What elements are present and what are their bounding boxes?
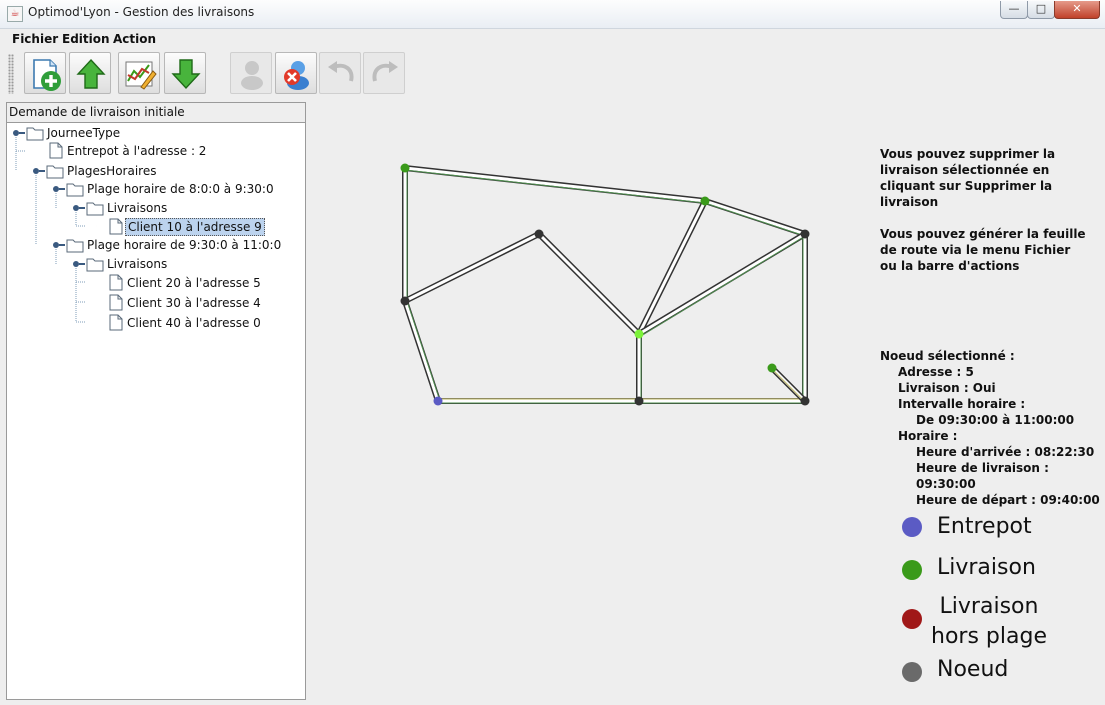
legend-noeud-label: Noeud: [937, 657, 1009, 682]
folder-icon: [46, 165, 64, 179]
map-node-noeud[interactable]: [800, 229, 810, 239]
map-edge: [802, 234, 808, 401]
info-panel: Vous pouvez supprimer la livraison sélec…: [880, 146, 1100, 508]
tree-node-client-30[interactable]: Client 30 à l'adresse 4: [125, 294, 263, 312]
upload-icon: [76, 58, 106, 89]
java-app-icon: ☕: [7, 6, 23, 22]
window-title: Optimod'Lyon - Gestion des livraisons: [28, 5, 255, 19]
menu-bar: Fichier Edition Action: [6, 29, 1099, 49]
map-edge: [402, 300, 441, 402]
minimize-button[interactable]: —: [1000, 1, 1028, 19]
selected-node-depart: Heure de départ : 09:40:00: [916, 493, 1100, 507]
tree-node-client-40[interactable]: Client 40 à l'adresse 0: [125, 314, 263, 332]
legend-livraison-label: Livraison: [937, 555, 1036, 580]
selected-node-intervalle: De 09:30:00 à 11:00:00: [916, 413, 1075, 427]
folder-icon: [26, 127, 44, 141]
delete-delivery-icon: [284, 61, 309, 90]
folder-icon: [86, 202, 104, 216]
selected-node-arrivee: Heure d'arrivée : 08:22:30: [916, 445, 1095, 459]
redo-button[interactable]: [363, 52, 405, 94]
route-map: [400, 163, 810, 406]
new-icon: [33, 59, 61, 91]
selected-node-title: Noeud sélectionné :: [880, 349, 1015, 363]
legend-entrepot-label: Entrepot: [937, 514, 1032, 539]
map-node-noeud[interactable]: [534, 229, 544, 239]
file-icon: [109, 218, 123, 235]
selected-node-horaire-label: Horaire :: [898, 429, 958, 443]
undo-icon: [328, 61, 354, 82]
toolbar: [6, 50, 1099, 98]
tree-node-client-20[interactable]: Client 20 à l'adresse 5: [125, 274, 263, 292]
add-delivery-icon: [241, 61, 263, 90]
map-node-noeud[interactable]: [400, 296, 410, 306]
map-edge: [402, 168, 408, 301]
selected-node-livraison: Livraison : Oui: [898, 381, 996, 395]
map-edge: [438, 398, 805, 404]
legend-entrepot-dot: [902, 517, 922, 537]
route-edit-icon: [125, 61, 157, 90]
info-message-route: Vous pouvez générer la feuille de route …: [880, 227, 1086, 273]
selected-node-intervalle-label: Intervalle horaire :: [898, 397, 1026, 411]
menu-edition[interactable]: Edition: [62, 32, 110, 46]
map-node-noeud[interactable]: [800, 396, 810, 406]
toolbar-grip[interactable]: [8, 54, 14, 94]
menu-fichier[interactable]: Fichier: [12, 32, 58, 46]
map-node-livraison[interactable]: [700, 196, 710, 206]
tree-panel-header: Demande de livraison initiale: [7, 103, 305, 123]
selected-node-adresse: Adresse : 5: [898, 365, 974, 379]
maximize-button[interactable]: □: [1027, 1, 1055, 19]
map-node-livraison[interactable]: [767, 363, 777, 373]
file-icon: [109, 314, 123, 331]
redo-icon: [372, 61, 398, 82]
map-edge: [536, 231, 642, 337]
map-canvas[interactable]: [305, 102, 875, 698]
title-bar: ☕ Optimod'Lyon - Gestion des livraisons …: [0, 0, 1105, 29]
map-node-noeud[interactable]: [634, 396, 644, 406]
legend-livraison-dot: [902, 560, 922, 580]
download-button[interactable]: [164, 52, 206, 94]
tree-node-livraisons-1[interactable]: Livraisons: [105, 199, 169, 217]
map-node-livraison-selected[interactable]: [634, 329, 644, 339]
tree-node-client-10[interactable]: Client 10 à l'adresse 9: [125, 218, 265, 236]
map-edge: [403, 231, 541, 304]
upload-button[interactable]: [69, 52, 111, 94]
delivery-tree[interactable]: JourneeType Entrepot à l'adresse : 2 Pla…: [7, 123, 305, 699]
tree-node-livraisons-2[interactable]: Livraisons: [105, 255, 169, 273]
map-edge: [769, 365, 808, 404]
folder-icon: [66, 183, 84, 197]
tree-node-journeetype[interactable]: JourneeType: [45, 124, 122, 142]
legend-hors-plage-label: Livraison hors plage: [931, 594, 1047, 649]
tree-node-plageshoraires[interactable]: PlagesHoraires: [65, 162, 158, 180]
map-node-livraison[interactable]: [400, 163, 410, 173]
map-edge: [404, 165, 706, 204]
file-icon: [49, 142, 63, 159]
map-node-entrepot[interactable]: [433, 396, 443, 406]
undo-button[interactable]: [319, 52, 361, 94]
new-button[interactable]: [24, 52, 66, 94]
menu-action[interactable]: Action: [113, 32, 156, 46]
tree-node-entrepot[interactable]: Entrepot à l'adresse : 2: [65, 142, 208, 160]
download-icon: [171, 59, 201, 90]
add-delivery-button[interactable]: [230, 52, 272, 94]
edit-route-button[interactable]: [118, 52, 160, 94]
map-edge: [636, 334, 642, 401]
file-icon: [109, 294, 123, 311]
close-window-button[interactable]: ✕: [1054, 1, 1100, 19]
legend-noeud-dot: [902, 662, 922, 682]
selected-node-heure-livraison: Heure de livraison : 09:30:00: [916, 461, 1049, 491]
tree-node-plage-2[interactable]: Plage horaire de 9:30:0 à 11:0:0: [85, 236, 283, 254]
delete-delivery-button[interactable]: [275, 52, 317, 94]
map-edge: [704, 198, 806, 237]
legend-hors-plage-dot: [902, 609, 922, 629]
tree-node-plage-1[interactable]: Plage horaire de 8:0:0 à 9:30:0: [85, 180, 276, 198]
info-message-delete: Vous pouvez supprimer la livraison sélec…: [880, 147, 1056, 209]
delivery-tree-panel: Demande de livraison initiale JourneeTyp…: [6, 102, 306, 700]
folder-icon: [66, 239, 84, 253]
folder-icon: [86, 258, 104, 272]
file-icon: [109, 274, 123, 291]
